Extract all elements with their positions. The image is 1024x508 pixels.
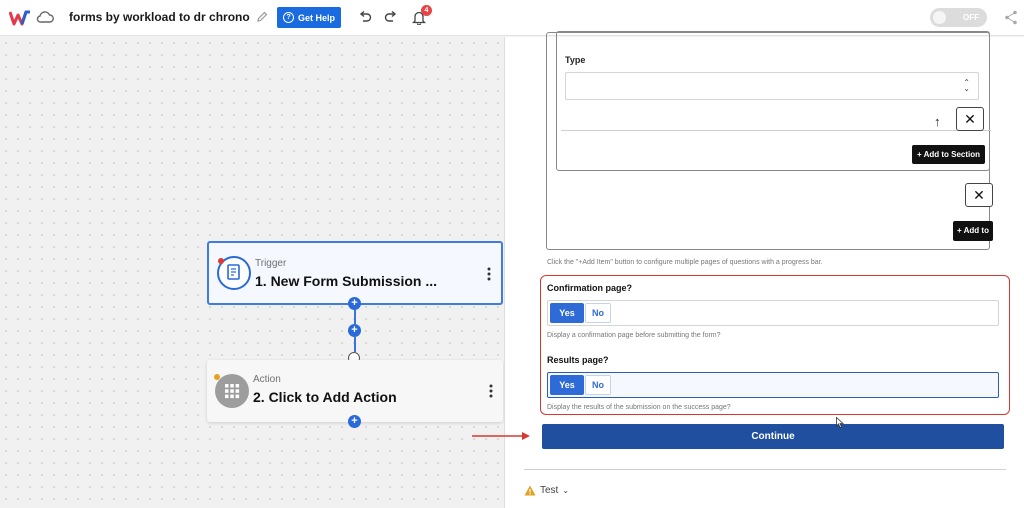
workflow-toggle[interactable]: OFF	[930, 8, 987, 27]
add-step-button[interactable]: +	[348, 324, 361, 337]
cloud-sync-icon	[36, 11, 54, 23]
settings-panel: Type ⌃ ⌄ ↑ ✕ + Add to Section ✕ + Add to …	[504, 31, 1024, 508]
remove-item-button[interactable]: ✕	[956, 107, 984, 131]
type-select[interactable]: ⌃ ⌄	[565, 72, 979, 100]
type-label: Type	[565, 55, 586, 65]
get-help-button[interactable]: ? Get Help	[277, 7, 341, 28]
results-yes-button[interactable]: Yes	[550, 375, 584, 395]
pencil-icon[interactable]	[256, 11, 268, 23]
confirmation-page-hint: Display a confirmation page before submi…	[547, 332, 721, 339]
divider	[561, 130, 991, 131]
action-node[interactable]: Action 2. Click to Add Action	[207, 360, 503, 422]
results-page-toggle: Yes No	[547, 372, 999, 398]
connector-line	[354, 310, 356, 324]
notification-badge: 4	[421, 5, 432, 16]
pages-section	[546, 31, 991, 250]
continue-button[interactable]: Continue	[542, 424, 1004, 449]
trigger-node[interactable]: Trigger 1. New Form Submission ...	[207, 241, 503, 305]
add-step-button[interactable]: +	[348, 415, 361, 428]
redo-icon[interactable]	[384, 11, 398, 23]
get-help-label: Get Help	[297, 12, 335, 23]
connector-line	[354, 337, 356, 352]
undo-icon[interactable]	[358, 11, 372, 23]
toggle-knob	[933, 11, 946, 24]
confirmation-page-label: Confirmation page?	[547, 283, 632, 293]
results-page-hint: Display the results of the submission on…	[547, 404, 731, 411]
chevron-down-icon: ⌄	[562, 486, 570, 495]
action-title: 2. Click to Add Action	[253, 389, 397, 405]
app-logo-icon[interactable]	[9, 10, 31, 26]
test-section-toggle[interactable]: Test ⌄	[524, 485, 569, 496]
divider	[524, 469, 1006, 470]
apps-grid-icon	[215, 374, 249, 408]
red-annotation-arrow-icon	[472, 432, 530, 440]
confirmation-no-button[interactable]: No	[585, 303, 611, 323]
confirmation-page-toggle: Yes No	[547, 300, 999, 326]
add-to-section-button[interactable]: + Add to Section	[912, 145, 985, 164]
test-label: Test	[540, 485, 559, 496]
confirmation-yes-button[interactable]: Yes	[550, 303, 584, 323]
mouse-cursor-icon	[836, 417, 844, 428]
help-icon: ?	[282, 12, 294, 23]
more-options-icon[interactable]	[489, 384, 493, 398]
toggle-label: OFF	[963, 13, 979, 22]
select-arrows-icon: ⌃ ⌄	[963, 78, 970, 93]
trigger-title: 1. New Form Submission ...	[255, 273, 438, 289]
add-item-hint: Click the "+Add Item" button to configur…	[547, 259, 823, 266]
results-page-label: Results page?	[547, 355, 609, 365]
add-to-button[interactable]: + Add to	[953, 221, 993, 241]
more-options-icon[interactable]	[487, 267, 491, 281]
remove-section-button[interactable]: ✕	[965, 183, 993, 207]
results-no-button[interactable]: No	[585, 375, 611, 395]
trigger-kind-label: Trigger	[255, 258, 287, 269]
error-indicator	[218, 258, 224, 264]
warning-icon	[524, 485, 536, 496]
workflow-title[interactable]: forms by workload to dr chrono	[69, 10, 250, 24]
action-kind-label: Action	[253, 374, 281, 385]
warning-indicator	[214, 374, 220, 380]
move-up-icon[interactable]: ↑	[934, 114, 941, 129]
share-icon[interactable]	[1004, 10, 1018, 25]
add-step-button[interactable]: +	[348, 297, 361, 310]
